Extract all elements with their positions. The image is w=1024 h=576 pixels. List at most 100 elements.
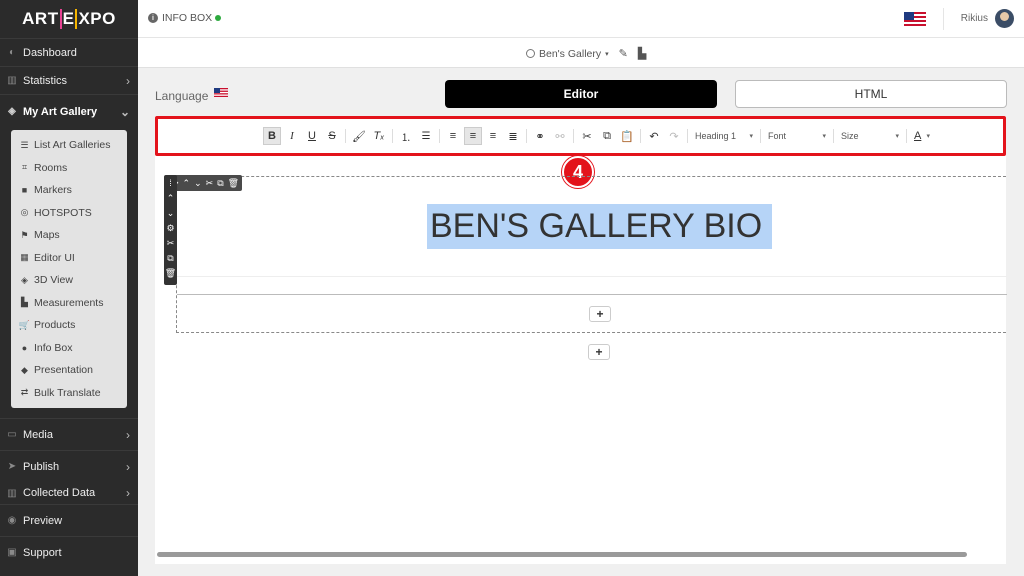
submenu-item-label: Info Box — [34, 341, 73, 354]
submenu-item-label: Measurements — [34, 296, 104, 309]
language-label: Language — [155, 89, 209, 103]
sidebar-item-statistics[interactable]: ▥ Statistics › — [0, 66, 138, 94]
submenu-item-list-art-galleries[interactable]: ☰ List Art Galleries — [11, 134, 127, 157]
sidebar-item-label: Media — [23, 428, 53, 441]
submenu-item-3d-view[interactable]: ◈ 3D View — [11, 269, 127, 292]
submenu-item-products[interactable]: 🛒 Products — [11, 314, 127, 337]
eye-icon: ◉ — [7, 515, 17, 526]
sidebar-item-dashboard[interactable]: ◐ Dashboard — [0, 38, 138, 66]
toolbar-separator — [526, 129, 527, 143]
copy-icon[interactable]: ⧉ — [598, 127, 616, 145]
trash-icon[interactable]: 🗑 — [228, 177, 239, 189]
size-select-value: Size — [841, 131, 859, 141]
toolbar-separator — [687, 129, 688, 143]
us-flag-icon[interactable] — [904, 12, 926, 26]
font-select[interactable]: Font ▾ — [764, 131, 830, 141]
block-tools-vertical: ⁞ ⌃ ⌄ ⚙ ✂ ⧉ 🗑 — [164, 175, 177, 285]
chevron-down-icon: ⌄ — [119, 105, 130, 119]
strikethrough-button[interactable]: S — [323, 127, 341, 145]
submenu-item-hotspots[interactable]: ◎ HOTSPOTS — [11, 202, 127, 225]
us-flag-icon[interactable] — [214, 86, 229, 100]
send-icon: ➤ — [7, 461, 17, 472]
submenu-item-label: Editor UI — [34, 251, 75, 264]
tab-html[interactable]: HTML — [735, 80, 1007, 108]
undo-icon[interactable]: ↶ — [645, 127, 663, 145]
tab-editor[interactable]: Editor — [445, 80, 717, 108]
italic-button[interactable]: I — [283, 127, 301, 145]
cut-icon[interactable]: ✂ — [206, 177, 214, 189]
clear-format-icon[interactable]: Tₓ — [370, 127, 388, 145]
paste-icon[interactable]: 📋 — [618, 127, 636, 145]
support-icon: ▣ — [7, 547, 17, 558]
chevron-down-icon[interactable]: ⌄ — [194, 177, 202, 189]
toolbar-separator — [833, 129, 834, 143]
align-left-icon[interactable]: ≡ — [444, 127, 462, 145]
add-block-button[interactable]: + — [589, 306, 611, 322]
cut-icon[interactable]: ✂ — [578, 127, 596, 145]
submenu-item-label: Bulk Translate — [34, 386, 101, 399]
text-color-select[interactable]: A ▾ — [910, 130, 934, 142]
unordered-list-icon[interactable]: ☰ — [417, 127, 435, 145]
submenu-item-label: Markers — [34, 184, 72, 197]
sidebar-item-collected-data[interactable]: ▥ Collected Data › — [0, 482, 138, 504]
submenu-item-label: Maps — [34, 229, 60, 242]
align-right-icon[interactable]: ≡ — [484, 127, 502, 145]
copy-icon[interactable]: ⧉ — [167, 252, 173, 264]
sidebar: ART E XPO ◐ Dashboard ▥ Statistics › ◈ My … — [0, 0, 138, 576]
submenu-item-info-box[interactable]: ● Info Box — [11, 337, 127, 360]
size-select[interactable]: Size ▾ — [837, 131, 903, 141]
sidebar-item-publish[interactable]: ➤ Publish › — [0, 450, 138, 482]
heading-block[interactable]: BEN'S GALLERY BIO — [177, 177, 1007, 277]
format-painter-icon[interactable]: 🖌 — [350, 127, 368, 145]
section-title-text: INFO BOX — [162, 12, 213, 24]
user-name[interactable]: Rikius — [961, 13, 988, 24]
drag-handle-icon[interactable]: ⁞ — [169, 177, 172, 189]
top-bar: i INFO BOX Rikius — [138, 0, 1024, 38]
submenu-item-label: List Art Galleries — [34, 139, 111, 152]
submenu-item-editor-ui[interactable]: ▦ Editor UI — [11, 247, 127, 270]
chevron-right-icon: › — [126, 486, 130, 500]
chevron-up-icon[interactable]: ⌃ — [167, 192, 175, 204]
horizontal-scrollbar[interactable] — [157, 552, 967, 557]
align-center-icon[interactable]: ≡ — [464, 127, 482, 145]
sidebar-item-preview[interactable]: ◉ Preview — [0, 504, 138, 536]
heading-select[interactable]: Heading 1 ▾ — [691, 131, 757, 141]
sidebar-item-media[interactable]: ▭ Media › — [0, 418, 138, 450]
copy-icon[interactable]: ⧉ — [217, 177, 223, 189]
edit-icon[interactable]: ✎ — [619, 47, 628, 60]
submenu-item-rooms[interactable]: ⌗ Rooms — [11, 157, 127, 180]
cart-icon: 🛒 — [18, 319, 31, 330]
status-online-dot — [215, 15, 222, 21]
gallery-settings-icon[interactable]: ▙ — [638, 47, 646, 60]
submenu-item-maps[interactable]: ⚑ Maps — [11, 224, 127, 247]
unlink-icon[interactable]: ⚯ — [551, 127, 569, 145]
trash-icon[interactable]: 🗑 — [165, 267, 176, 279]
heading-select-value: Heading 1 — [695, 131, 737, 141]
gallery-selector[interactable]: Ben's Gallery ▾ ✎ ▙ — [526, 47, 646, 60]
gear-icon[interactable]: ⚙ — [166, 222, 174, 234]
main-content: Language Editor HTML B I U S 🖌 Tₓ ⒈ ☰ ≡ … — [138, 68, 1024, 576]
brand-logo[interactable]: ART E XPO — [0, 0, 138, 38]
block-tools-horizontal: ✥ ⌃ ⌄ ✂ ⧉ 🗑 — [168, 175, 243, 191]
editor-ui-icon: ▦ — [20, 252, 29, 263]
sidebar-item-my-art-gallery[interactable]: ◈ My Art Gallery ⌄ — [0, 94, 138, 128]
gallery-name: Ben's Gallery — [539, 47, 602, 60]
avatar[interactable] — [995, 9, 1014, 28]
toolbar-separator — [392, 129, 393, 143]
submenu-item-bulk-translate[interactable]: ⇄ Bulk Translate — [11, 382, 127, 405]
bold-button[interactable]: B — [263, 127, 281, 145]
sidebar-item-support[interactable]: ▣ Support — [0, 536, 138, 568]
align-justify-icon[interactable]: ≣ — [504, 127, 522, 145]
cut-icon[interactable]: ✂ — [167, 237, 175, 249]
underline-button[interactable]: U — [303, 127, 321, 145]
submenu-item-markers[interactable]: ■ Markers — [11, 179, 127, 202]
bio-heading[interactable]: BEN'S GALLERY BIO — [427, 204, 773, 249]
redo-icon[interactable]: ↷ — [665, 127, 683, 145]
ordered-list-icon[interactable]: ⒈ — [397, 127, 415, 145]
chevron-down-icon[interactable]: ⌄ — [167, 207, 175, 219]
chevron-up-icon[interactable]: ⌃ — [183, 177, 191, 189]
link-icon[interactable]: ⚭ — [531, 127, 549, 145]
submenu-item-presentation[interactable]: ◆ Presentation — [11, 359, 127, 382]
add-section-button[interactable]: + — [588, 344, 610, 360]
submenu-item-measurements[interactable]: ▙ Measurements — [11, 292, 127, 315]
